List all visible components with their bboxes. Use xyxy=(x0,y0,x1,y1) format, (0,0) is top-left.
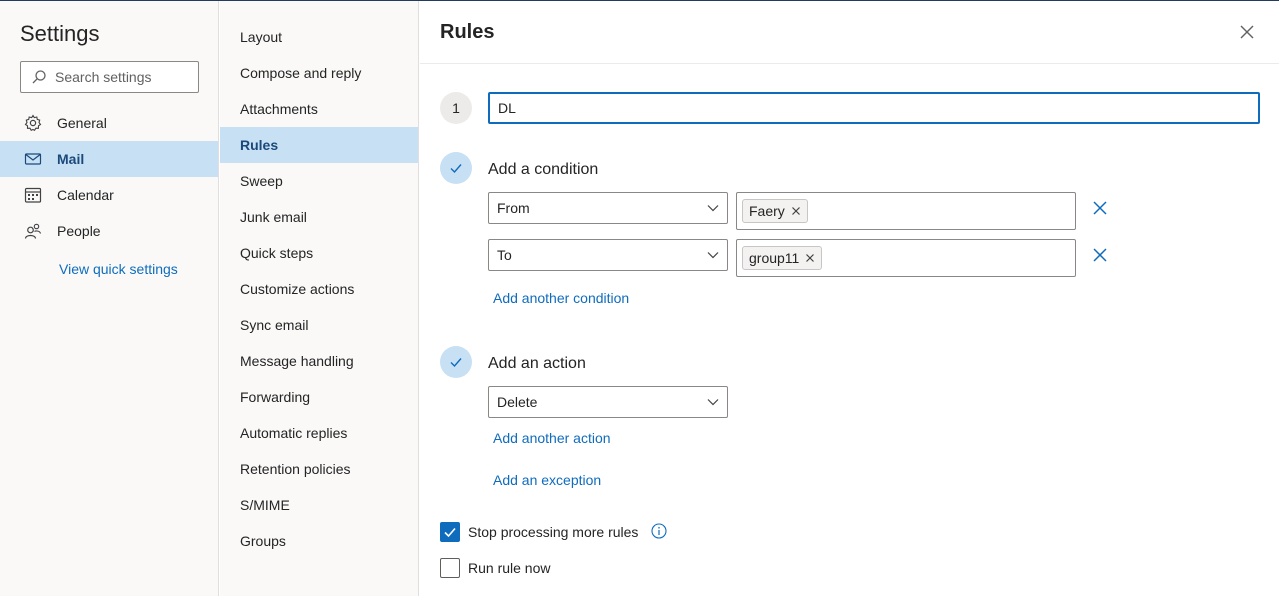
mail-nav-forwarding[interactable]: Forwarding xyxy=(220,379,418,415)
checkmark-icon xyxy=(450,164,462,174)
mail-nav-customize-actions[interactable]: Customize actions xyxy=(220,271,418,307)
stop-processing-checkbox[interactable] xyxy=(440,522,460,542)
rule-name-input[interactable] xyxy=(488,92,1260,124)
view-quick-settings-link[interactable]: View quick settings xyxy=(59,261,178,277)
remove-condition-1-icon[interactable] xyxy=(1092,200,1108,216)
people-icon xyxy=(24,222,42,240)
mail-nav-groups[interactable]: Groups xyxy=(220,523,418,559)
condition-2-chip: group11 xyxy=(742,246,823,270)
settings-nav-pane: Settings General Mail xyxy=(0,1,219,596)
mail-settings-pane: Layout Compose and reply Attachments Rul… xyxy=(220,1,419,596)
condition-1-field-value: From xyxy=(497,200,530,216)
condition-1-chip-label: Faery xyxy=(749,203,785,219)
close-icon[interactable] xyxy=(1238,23,1256,41)
condition-heading: Add a condition xyxy=(488,161,599,178)
settings-title: Settings xyxy=(20,21,100,46)
checkmark-icon xyxy=(444,527,456,538)
mail-nav-sync-email[interactable]: Sync email xyxy=(220,307,418,343)
search-settings-box[interactable] xyxy=(20,61,199,93)
mail-nav-compose-and-reply[interactable]: Compose and reply xyxy=(220,55,418,91)
mail-nav-smime[interactable]: S/MIME xyxy=(220,487,418,523)
condition-2-field-dropdown[interactable]: To xyxy=(488,239,728,271)
checkmark-icon xyxy=(450,358,462,368)
mail-nav-message-handling[interactable]: Message handling xyxy=(220,343,418,379)
settings-category-nav: General Mail Calendar People xyxy=(0,105,218,249)
rules-panel: Rules 1 Add a condition From Faery xyxy=(420,1,1279,596)
chevron-down-icon xyxy=(707,399,719,406)
mail-nav-retention-policies[interactable]: Retention policies xyxy=(220,451,418,487)
chevron-down-icon xyxy=(707,252,719,259)
nav-general-label: General xyxy=(57,115,107,131)
action-step-badge xyxy=(440,346,472,378)
mail-nav-sweep[interactable]: Sweep xyxy=(220,163,418,199)
condition-1-chip: Faery xyxy=(742,199,808,223)
mail-nav-rules[interactable]: Rules xyxy=(220,127,418,163)
nav-people[interactable]: People xyxy=(0,213,218,249)
condition-2-field-value: To xyxy=(497,247,512,263)
nav-general[interactable]: General xyxy=(0,105,218,141)
calendar-icon xyxy=(24,186,42,204)
mail-icon xyxy=(24,150,42,168)
search-icon xyxy=(32,70,46,84)
action-value: Delete xyxy=(497,394,538,410)
chevron-down-icon xyxy=(707,205,719,212)
mail-nav-quick-steps[interactable]: Quick steps xyxy=(220,235,418,271)
mail-nav-attachments[interactable]: Attachments xyxy=(220,91,418,127)
run-rule-now-label: Run rule now xyxy=(468,560,551,576)
nav-calendar-label: Calendar xyxy=(57,187,114,203)
remove-chip-icon[interactable] xyxy=(791,206,801,216)
search-settings-input[interactable] xyxy=(55,69,185,85)
add-another-action-link[interactable]: Add another action xyxy=(493,430,611,446)
remove-condition-2-icon[interactable] xyxy=(1092,247,1108,263)
nav-calendar[interactable]: Calendar xyxy=(0,177,218,213)
mail-nav-junk-email[interactable]: Junk email xyxy=(220,199,418,235)
nav-mail[interactable]: Mail xyxy=(0,141,218,177)
condition-1-field-dropdown[interactable]: From xyxy=(488,192,728,224)
gear-icon xyxy=(24,114,42,132)
remove-chip-icon[interactable] xyxy=(805,253,815,263)
run-rule-now-checkbox[interactable] xyxy=(440,558,460,578)
mail-settings-nav: Layout Compose and reply Attachments Rul… xyxy=(220,19,418,559)
mail-nav-layout[interactable]: Layout xyxy=(220,19,418,55)
step-number: 1 xyxy=(452,100,460,116)
add-another-condition-link[interactable]: Add another condition xyxy=(493,290,629,306)
add-an-exception-link[interactable]: Add an exception xyxy=(493,472,601,488)
step-number-badge: 1 xyxy=(440,92,472,124)
condition-2-chip-label: group11 xyxy=(749,250,800,266)
info-icon[interactable] xyxy=(651,523,667,539)
action-heading: Add an action xyxy=(488,355,586,372)
page-title: Rules xyxy=(440,21,495,43)
nav-people-label: People xyxy=(57,223,101,239)
condition-1-value-box[interactable]: Faery xyxy=(736,192,1076,230)
mail-nav-automatic-replies[interactable]: Automatic replies xyxy=(220,415,418,451)
header-divider xyxy=(420,63,1279,64)
stop-processing-label: Stop processing more rules xyxy=(468,524,639,540)
nav-mail-label: Mail xyxy=(57,151,85,167)
condition-step-badge xyxy=(440,152,472,184)
action-dropdown[interactable]: Delete xyxy=(488,386,728,418)
condition-2-value-box[interactable]: group11 xyxy=(736,239,1076,277)
